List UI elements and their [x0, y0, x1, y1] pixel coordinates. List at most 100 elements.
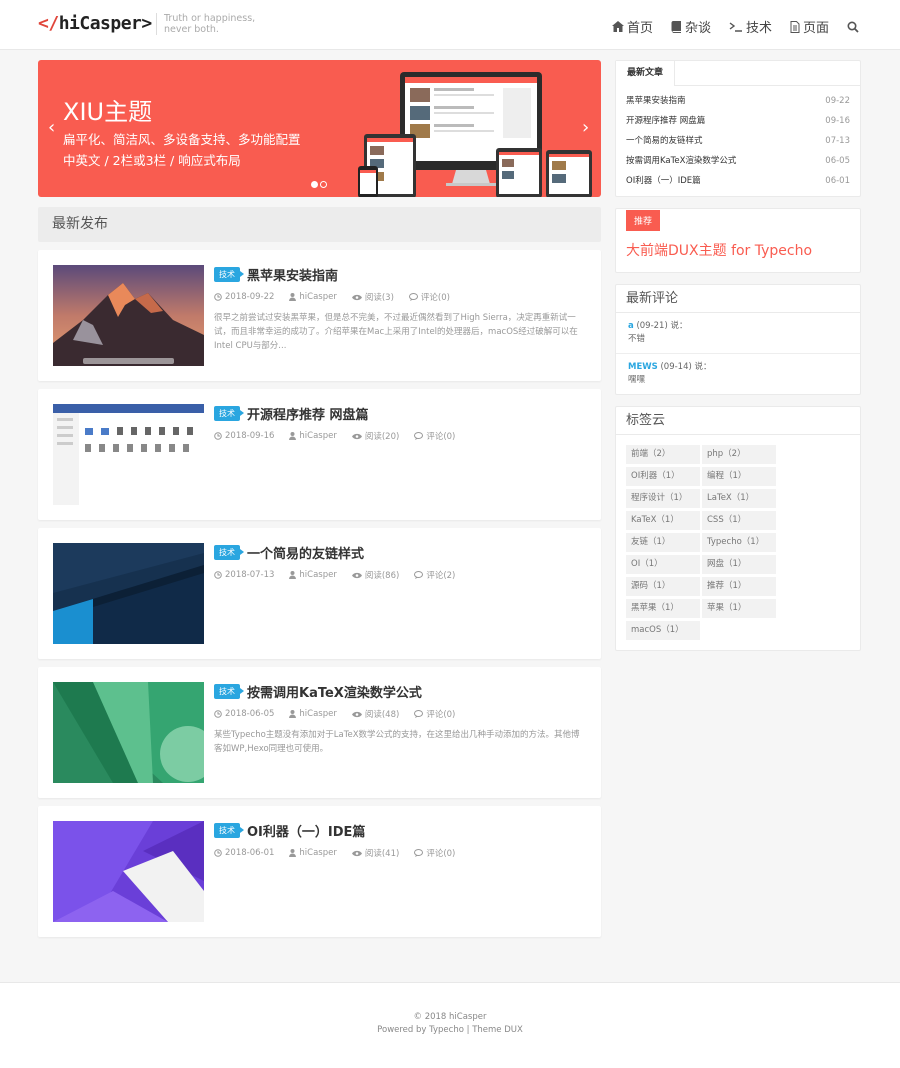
slider-title: XIU主题: [63, 98, 153, 126]
post-card[interactable]: 技术 OI利器（一）IDE篇 2018-06-01 hiCasper 阅读(41)…: [38, 806, 601, 937]
post-card[interactable]: 技术 开源程序推荐 网盘篇 2018-09-16 hiCasper 阅读(20) …: [38, 389, 601, 520]
post-thumbnail[interactable]: [53, 821, 204, 922]
nav-home[interactable]: 首页: [611, 17, 653, 36]
nav-essays[interactable]: 杂谈: [671, 17, 711, 36]
post-thumbnail[interactable]: [53, 404, 204, 505]
post-comments-text: 评论(2): [426, 571, 456, 581]
post-title[interactable]: 一个简易的友链样式: [247, 543, 364, 562]
post-card[interactable]: 技术 一个简易的友链样式 2018-07-13 hiCasper 阅读(86) 评…: [38, 528, 601, 659]
tag-item[interactable]: 前端（2）: [626, 445, 700, 464]
tagline-line-1: Truth or happiness,: [164, 13, 256, 24]
clock-icon: [214, 571, 222, 579]
comment-item[interactable]: MEWS (09-14) 说： 嘿嘿: [616, 354, 860, 394]
recent-post-item[interactable]: 按需调用KaTeX渲染数学公式 06-05: [626, 151, 850, 171]
footer-powered-by[interactable]: Powered by Typecho | Theme DUX: [0, 1024, 900, 1037]
tag-item[interactable]: macOS（1）: [626, 621, 700, 640]
comment-meta: (09-21) 说：: [633, 321, 688, 331]
clock-icon: [214, 432, 222, 440]
recent-post-item[interactable]: 黑苹果安装指南 09-22: [626, 91, 850, 111]
post-card[interactable]: 技术 按需调用KaTeX渲染数学公式 2018-06-05 hiCasper 阅读…: [38, 667, 601, 798]
post-card[interactable]: 技术 黑苹果安装指南 2018-09-22 hiCasper 阅读(3) 评论(0…: [38, 250, 601, 381]
eye-icon: [351, 433, 362, 439]
post-comments[interactable]: 评论(0): [408, 291, 450, 303]
recent-comments-widget: 最新评论 a (09-21) 说： 不错 MEWS (09-14) 说： 嘿嘿: [615, 284, 861, 395]
tag-item[interactable]: CSS（1）: [702, 511, 776, 530]
post-thumbnail[interactable]: [53, 682, 204, 783]
clock-icon: [214, 293, 222, 301]
comment-text: 不错: [628, 334, 646, 344]
post-views-text: 阅读(41): [364, 849, 400, 859]
post-comments[interactable]: 评论(0): [414, 847, 455, 859]
post-author-text: hiCasper: [299, 431, 337, 441]
slider-prev-arrow[interactable]: ‹: [48, 117, 55, 138]
post-date: 2018-09-22: [214, 291, 274, 303]
nav-home-label: 首页: [626, 21, 653, 36]
post-category-tag[interactable]: 技术: [214, 823, 244, 838]
search-button[interactable]: [847, 20, 862, 33]
comment-item[interactable]: a (09-21) 说： 不错: [616, 313, 860, 354]
post-comments-text: 评论(0): [426, 849, 456, 859]
recent-post-item[interactable]: 一个简易的友链样式 07-13: [626, 131, 850, 151]
file-icon: [790, 20, 800, 33]
tag-item[interactable]: Typecho（1）: [702, 533, 776, 552]
post-title[interactable]: 按需调用KaTeX渲染数学公式: [247, 682, 422, 701]
post-comments[interactable]: 评论(0): [414, 708, 455, 720]
recent-post-item[interactable]: 开源程序推荐 网盘篇 09-16: [626, 111, 850, 131]
post-meta: 2018-07-13 hiCasper 阅读(86) 评论(2): [214, 569, 587, 581]
slider-dot-2[interactable]: [320, 181, 327, 188]
post-author-text: hiCasper: [299, 709, 337, 719]
tag-item[interactable]: OI（1）: [626, 555, 700, 574]
eye-icon: [351, 850, 362, 856]
post-comments-text: 评论(0): [426, 710, 456, 720]
post-comments[interactable]: 评论(2): [414, 569, 455, 581]
post-date: 2018-06-05: [214, 708, 274, 720]
user-icon: [289, 432, 297, 440]
comment-author[interactable]: MEWS: [628, 362, 658, 372]
nav-pages[interactable]: 页面: [790, 17, 829, 36]
post-thumbnail[interactable]: [53, 265, 204, 366]
main-column: XIU主题 扁平化、简洁风、多设备支持、多功能配置 中英文 / 2栏或3栏 / …: [38, 60, 601, 937]
post-category-tag[interactable]: 技术: [214, 267, 244, 282]
post-views-text: 阅读(20): [364, 432, 400, 442]
tag-item[interactable]: php（2）: [702, 445, 776, 464]
post-category-tag[interactable]: 技术: [214, 684, 244, 699]
tag-item[interactable]: 推荐（1）: [702, 577, 776, 596]
home-icon: [611, 21, 624, 32]
tag-item[interactable]: 苹果（1）: [702, 599, 776, 618]
comment-icon: [414, 432, 424, 440]
site-logo[interactable]: </hiCasper>: [38, 13, 152, 34]
tag-item[interactable]: 黑苹果（1）: [626, 599, 700, 618]
recent-post-title: 黑苹果安装指南: [626, 96, 686, 106]
post-views: 阅读(20): [351, 430, 400, 442]
tag-item[interactable]: KaTeX（1）: [626, 511, 700, 530]
nav-tech[interactable]: 技术: [729, 17, 772, 36]
post-title[interactable]: OI利器（一）IDE篇: [247, 821, 365, 840]
hero-slider[interactable]: XIU主题 扁平化、简洁风、多设备支持、多功能配置 中英文 / 2栏或3栏 / …: [38, 60, 601, 197]
tag-item[interactable]: 友链（1）: [626, 533, 700, 552]
tag-item[interactable]: 网盘（1）: [702, 555, 776, 574]
post-author-text: hiCasper: [299, 848, 337, 858]
comment-icon: [408, 293, 418, 301]
post-thumbnail[interactable]: [53, 543, 204, 644]
comment-icon: [414, 710, 424, 718]
post-category-tag[interactable]: 技术: [214, 545, 244, 560]
logo-text: hiCasper>: [58, 13, 153, 34]
tag-item[interactable]: 编程（1）: [702, 467, 776, 486]
post-title[interactable]: 黑苹果安装指南: [247, 265, 338, 284]
tag-item[interactable]: 源码（1）: [626, 577, 700, 596]
tag-item[interactable]: OI利器（1）: [626, 467, 700, 486]
tag-item[interactable]: 程序设计（1）: [626, 489, 700, 508]
post-meta: 2018-06-01 hiCasper 阅读(41) 评论(0): [214, 847, 587, 859]
section-title: 最新发布: [38, 207, 601, 242]
post-comments[interactable]: 评论(0): [414, 430, 455, 442]
recent-post-item[interactable]: OI利器（一）IDE篇 06-01: [626, 171, 850, 191]
promo-link[interactable]: 大前端DUX主题 for Typecho: [626, 240, 850, 260]
eye-icon: [351, 572, 362, 578]
tab-recent-posts[interactable]: 最新文章: [616, 61, 676, 86]
slider-dot-1[interactable]: [311, 181, 318, 188]
post-meta: 2018-09-22 hiCasper 阅读(3) 评论(0): [214, 291, 587, 303]
post-title[interactable]: 开源程序推荐 网盘篇: [247, 404, 369, 423]
post-category-tag[interactable]: 技术: [214, 406, 244, 421]
tag-item[interactable]: LaTeX（1）: [702, 489, 776, 508]
slider-line-2: 中英文 / 2栏或3栏 / 响应式布局: [63, 153, 241, 168]
